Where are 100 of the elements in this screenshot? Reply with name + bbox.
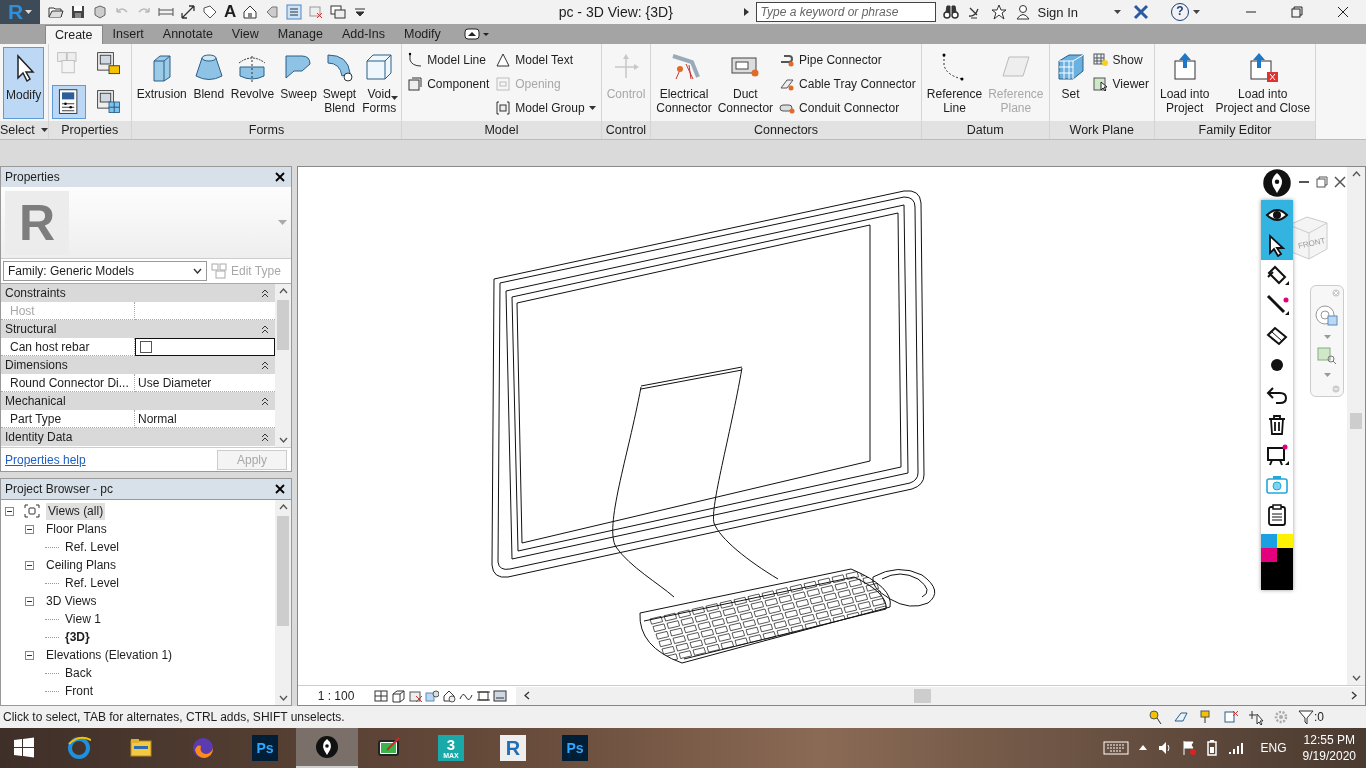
ribbon-button[interactable]: Show xyxy=(1090,50,1151,70)
search-field[interactable]: Type a keyword or phrase xyxy=(755,2,936,22)
tree-item[interactable]: Ceiling Plans xyxy=(44,556,119,574)
save-icon[interactable] xyxy=(70,4,86,20)
color-swatch[interactable] xyxy=(1277,548,1293,562)
color-swatch[interactable] xyxy=(1261,548,1277,562)
detail-level-icon[interactable] xyxy=(374,688,388,703)
caret-icon[interactable] xyxy=(25,9,33,15)
tree-item[interactable]: Views (all) xyxy=(46,502,106,520)
ribbon-button[interactable]: Model Line xyxy=(405,50,492,70)
scroll-thumb[interactable] xyxy=(277,516,289,626)
color-swatch[interactable] xyxy=(1277,534,1293,548)
ribbon-button[interactable]: Viewer xyxy=(1090,74,1151,94)
scrollbar[interactable] xyxy=(516,686,1365,705)
ribbon-tab[interactable]: Insert xyxy=(103,25,153,44)
tree-item[interactable]: Back xyxy=(63,664,94,682)
scrollbar[interactable] xyxy=(275,500,291,705)
ribbon-tab[interactable]: Manage xyxy=(268,25,332,44)
chevron-right-icon[interactable] xyxy=(1351,691,1357,700)
drag-icon[interactable] xyxy=(1248,709,1264,725)
ribbon-button[interactable]: Blend xyxy=(190,47,227,119)
ribbon-button[interactable]: Conduit Connector xyxy=(777,98,918,118)
ribbon-button[interactable]: Reference Line xyxy=(924,47,985,119)
taskbar-button[interactable]: R xyxy=(482,728,544,768)
ribbon-button[interactable]: Electrical Connector xyxy=(654,47,714,119)
ribbon-button[interactable]: Set xyxy=(1052,47,1089,119)
ribbon-button[interactable]: Sweep xyxy=(278,47,319,119)
ribbon-tab[interactable]: Annotate xyxy=(153,25,222,44)
ribbon-button[interactable]: Cable Tray Connector xyxy=(777,74,918,94)
tree-item[interactable]: View 1 xyxy=(63,610,103,628)
ribbon-button[interactable]: Pipe Connector xyxy=(777,50,918,70)
expander-icon[interactable] xyxy=(5,506,14,516)
property-value-field[interactable] xyxy=(135,338,275,356)
ribbon-button[interactable]: Modify xyxy=(3,47,45,119)
palette-tool[interactable] xyxy=(1261,230,1293,260)
close-windows-icon[interactable] xyxy=(308,4,325,20)
battery-icon[interactable] xyxy=(1204,738,1219,758)
filter-icon[interactable] xyxy=(1298,709,1314,725)
collapse-icon[interactable] xyxy=(261,396,269,406)
sun-path-icon[interactable] xyxy=(408,688,422,703)
tree-item[interactable]: 3D Views xyxy=(44,592,99,610)
chevron-down-icon[interactable] xyxy=(278,437,288,443)
chevron-up-icon[interactable] xyxy=(1351,171,1361,177)
taskbar-button[interactable]: Ps xyxy=(544,728,606,768)
expander-icon[interactable] xyxy=(25,524,34,534)
link-select-icon[interactable] xyxy=(1148,709,1164,725)
ribbon-tab[interactable]: Modify xyxy=(395,25,450,44)
flag-icon[interactable] xyxy=(1180,738,1197,758)
panel-menu-button[interactable]: Select xyxy=(0,121,48,139)
type-selector[interactable]: Family: Generic Models xyxy=(3,261,207,281)
expander-icon[interactable] xyxy=(25,560,34,570)
tree-item[interactable]: Elevations (Elevation 1) xyxy=(44,646,175,664)
house-icon[interactable] xyxy=(242,4,259,20)
collapse-icon[interactable] xyxy=(261,324,269,334)
tool-button[interactable] xyxy=(51,85,86,119)
tree-item[interactable]: Ref. Level xyxy=(63,538,122,556)
taskbar-button[interactable] xyxy=(296,728,358,768)
taskbar-button[interactable]: Ps xyxy=(234,728,296,768)
list-icon[interactable] xyxy=(286,4,303,20)
caret-icon[interactable] xyxy=(391,96,399,101)
text-tool[interactable]: A xyxy=(224,2,237,22)
clock[interactable]: 12:55 PM 9/19/2020 xyxy=(1302,732,1356,764)
chevron-down-icon[interactable] xyxy=(193,268,202,274)
face-select-icon[interactable] xyxy=(1223,709,1239,725)
close-icon[interactable] xyxy=(275,484,285,494)
sign-in-button[interactable]: Sign In xyxy=(1037,1,1125,23)
tree-item[interactable]: Ref. Level xyxy=(63,574,122,592)
caret-icon[interactable] xyxy=(1114,9,1121,15)
ribbon-button[interactable]: Load into Project xyxy=(1158,47,1212,119)
crop-region-icon[interactable] xyxy=(476,688,490,703)
group-header[interactable]: Dimensions xyxy=(1,356,275,374)
collapse-icon[interactable] xyxy=(261,432,269,442)
chevron-up-icon[interactable] xyxy=(278,288,288,294)
close-icon[interactable] xyxy=(275,172,285,182)
ribbon-button[interactable]: Extrusion xyxy=(134,47,189,119)
expander-icon[interactable] xyxy=(25,650,34,660)
caret-icon[interactable] xyxy=(588,105,596,111)
ribbon-tab[interactable]: Add-Ins xyxy=(332,25,394,44)
scrollbar[interactable] xyxy=(275,284,291,447)
language-indicator[interactable]: ENG xyxy=(1260,741,1287,755)
underlay-select-icon[interactable] xyxy=(1173,709,1189,725)
scrollbar[interactable] xyxy=(1347,167,1365,685)
ribbon-tab[interactable]: Create xyxy=(45,25,103,44)
ribbon-button[interactable]: Revolve xyxy=(228,47,277,119)
binoculars-icon[interactable] xyxy=(942,4,959,20)
tag-icon[interactable] xyxy=(264,4,281,20)
ribbon-button[interactable]: Void Forms xyxy=(360,47,399,119)
ribbon-tab[interactable]: View xyxy=(222,25,268,44)
open-folder-icon[interactable] xyxy=(48,4,64,20)
group-header[interactable]: Constraints xyxy=(1,284,275,302)
ribbon-button[interactable]: Duct Connector xyxy=(715,47,776,119)
ribbon-button[interactable]: Model Text xyxy=(493,50,598,70)
dimension-icon[interactable] xyxy=(180,4,196,20)
scroll-thumb[interactable] xyxy=(277,300,289,350)
chevron-down-icon[interactable] xyxy=(278,695,288,701)
close-icon[interactable] xyxy=(1333,176,1347,188)
tree-item[interactable]: {3D} xyxy=(63,628,92,646)
pen-nib-icon[interactable] xyxy=(1262,168,1292,198)
restore-icon[interactable] xyxy=(1315,176,1329,188)
expand-icon[interactable] xyxy=(741,7,750,17)
